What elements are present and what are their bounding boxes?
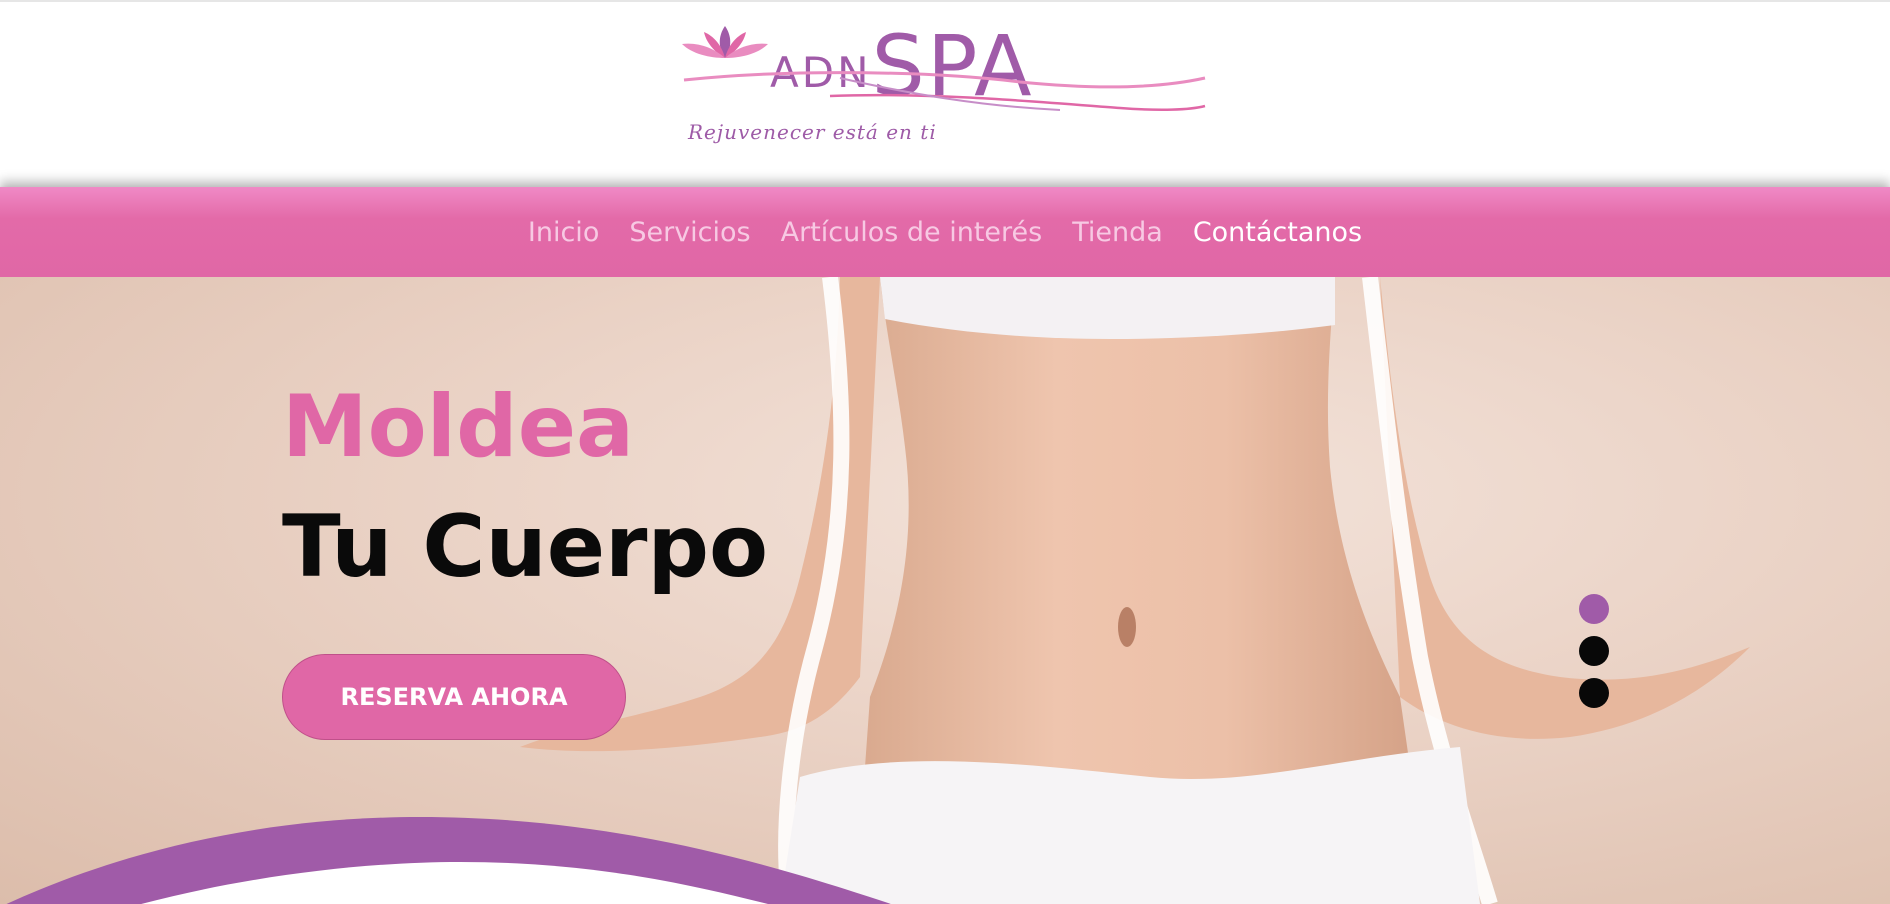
lotus-logo-icon — [682, 26, 768, 58]
logo-tagline: Rejuvenecer está en ti — [688, 120, 937, 144]
site-header: ADNSPA Rejuvenecer está en ti — [0, 0, 1890, 187]
main-navigation: Inicio Servicios Artículos de interés Ti… — [0, 187, 1890, 277]
slider-dot-2[interactable] — [1579, 636, 1609, 666]
logo-swoosh-decoration — [683, 71, 1206, 111]
hero-title-moldea: Moldea — [282, 377, 635, 477]
site-logo[interactable]: ADNSPA Rejuvenecer está en ti — [680, 20, 1210, 150]
slider-dot-1[interactable] — [1579, 594, 1609, 624]
nav-item-servicios[interactable]: Servicios — [629, 217, 750, 248]
nav-item-articulos[interactable]: Artículos de interés — [781, 217, 1043, 248]
nav-item-tienda[interactable]: Tienda — [1072, 217, 1163, 248]
nav-item-inicio[interactable]: Inicio — [528, 217, 599, 248]
nav-item-contactanos[interactable]: Contáctanos — [1193, 217, 1362, 248]
reserve-now-button[interactable]: RESERVA AHORA — [282, 654, 626, 740]
wave-decoration — [6, 817, 891, 904]
slider-dot-3[interactable] — [1579, 678, 1609, 708]
slider-pagination — [1579, 594, 1609, 720]
hero-banner: Moldea Tu Cuerpo RESERVA AHORA — [0, 277, 1890, 904]
hero-title-tu-cuerpo: Tu Cuerpo — [282, 497, 769, 597]
